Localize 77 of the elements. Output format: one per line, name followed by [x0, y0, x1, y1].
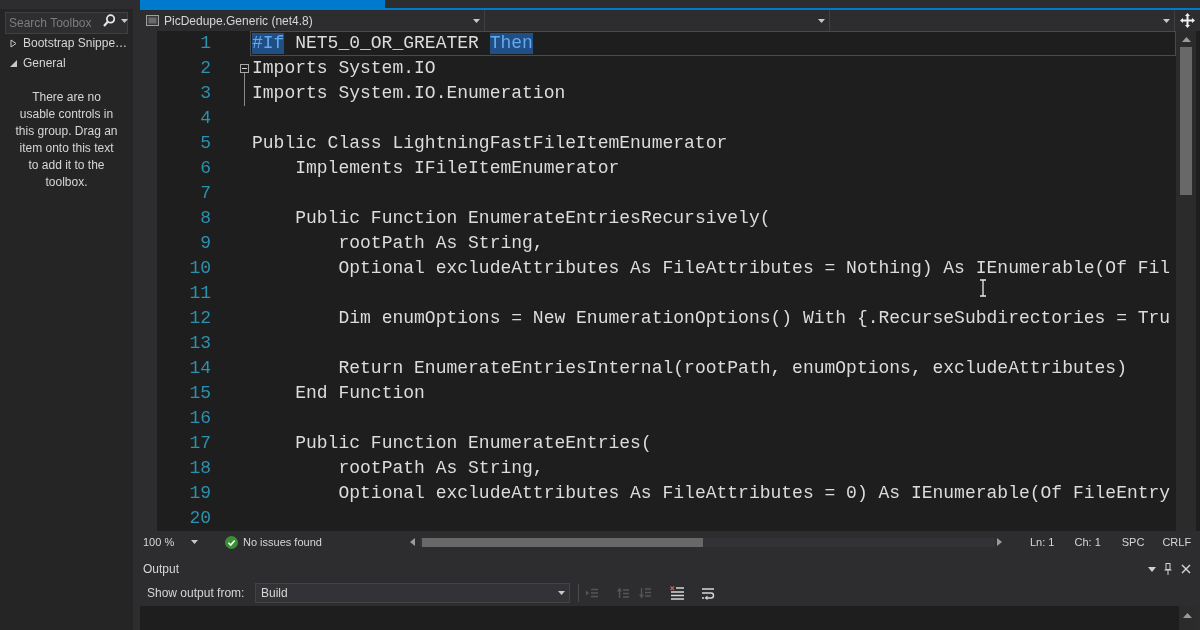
line-number: 2 — [200, 58, 211, 79]
output-source-label: Show output from: — [147, 585, 245, 602]
move-arrows-icon[interactable] — [1180, 13, 1195, 28]
scroll-up-icon[interactable] — [1183, 613, 1192, 618]
zoom-dropdown[interactable]: 100 % — [141, 533, 201, 551]
collapse-icon[interactable] — [240, 64, 249, 73]
pin-icon[interactable] — [1164, 563, 1172, 575]
code-text: NET5_0_OR_GREATER — [295, 33, 479, 54]
caret-icon — [558, 591, 565, 595]
caret-icon[interactable] — [121, 19, 128, 23]
vertical-scrollbar[interactable] — [1179, 606, 1196, 630]
code-line: rootPath As String, — [338, 458, 544, 479]
line-number: 15 — [189, 383, 211, 404]
code-line: Public Function EnumerateEntriesRecursively( — [295, 208, 771, 229]
toolbox-group[interactable]: General — [0, 53, 133, 73]
code-line: Dim enumOptions = New EnumerationOptions() With {.RecurseSubdirectories = Tru — [338, 308, 1171, 329]
line-number: 1 — [200, 33, 211, 54]
line-number: 11 — [189, 283, 211, 304]
wrap-arrow-icon[interactable] — [701, 586, 715, 600]
empty-group-message: There are no usable controls in this group. Drag an item onto this text to add it to the toolbox. — [14, 89, 119, 191]
line-number: 19 — [189, 483, 211, 504]
highlighted-keyword: Then — [489, 33, 533, 54]
code-line: Imports System.IO — [252, 58, 436, 79]
line-number: 12 — [189, 308, 211, 329]
line-endings[interactable]: CRLF — [1162, 533, 1192, 551]
line-number: 8 — [200, 208, 211, 229]
cursor-column: Ch: 1 — [1074, 533, 1101, 551]
scroll-left-icon[interactable] — [410, 538, 415, 546]
line-number: 10 — [189, 258, 211, 279]
line-number: 6 — [200, 158, 211, 179]
search-icon[interactable] — [103, 14, 115, 27]
code-line: Optional excludeAttributes As FileAttributes = 0) As IEnumerable(Of FileEntry — [338, 483, 1171, 504]
collapsed-triangle-icon[interactable] — [10, 38, 17, 48]
vertical-scrollbar[interactable] — [1176, 31, 1196, 531]
code-line: Implements IFileItemEnumerator — [295, 158, 620, 179]
text-cursor-icon — [979, 279, 987, 297]
line-number: 9 — [200, 233, 211, 254]
output-source-dropdown[interactable]: Build — [255, 583, 570, 603]
line-number: 4 — [200, 108, 211, 129]
line-number: 16 — [189, 408, 211, 429]
code-line: Public Function EnumerateEntries( — [295, 433, 652, 454]
issues-button[interactable]: No issues found — [225, 533, 322, 551]
indentation-mode[interactable]: SPC — [1121, 533, 1145, 551]
cursor-line: Ln: 1 — [1030, 534, 1055, 550]
line-number: 18 — [189, 458, 211, 479]
close-icon[interactable] — [1181, 564, 1191, 574]
code-line: Public Class LightningFastFileItemEnumerator — [252, 133, 728, 154]
code-line: Return EnumerateEntriesInternal(rootPath, enumOptions, excludeAttributes) — [338, 358, 1127, 379]
scroll-right-icon[interactable] — [997, 538, 1002, 546]
line-number: 7 — [200, 183, 211, 204]
line-number: 14 — [189, 358, 211, 379]
framed-badge-icon — [146, 15, 159, 26]
search-field[interactable]: Search Toolbox — [5, 12, 128, 34]
line-number: 5 — [200, 133, 211, 154]
code-line: End Function — [295, 383, 425, 404]
clear-list-icon[interactable] — [670, 586, 684, 600]
caret-icon — [191, 540, 198, 544]
scroll-up-icon[interactable] — [1181, 37, 1191, 42]
line-number: 13 — [189, 333, 211, 354]
expanded-triangle-icon[interactable] — [10, 59, 17, 67]
check-circle-icon — [225, 535, 238, 549]
horizontal-scrollbar[interactable] — [420, 537, 995, 547]
toolbox-group[interactable]: Bootstrap Snippe… — [0, 33, 133, 53]
caret-icon — [473, 18, 480, 23]
caret-icon — [1163, 18, 1170, 23]
highlighted-keyword: #If — [252, 33, 285, 54]
panel-title: Output — [143, 561, 180, 578]
code-line: Optional excludeAttributes As FileAttributes = Nothing) As IEnumerable(Of Fil — [338, 258, 1171, 279]
caret-icon[interactable] — [1148, 566, 1156, 572]
scrollbar-thumb[interactable] — [1180, 47, 1192, 195]
caret-icon — [818, 18, 825, 23]
code-line: rootPath As String, — [338, 233, 544, 254]
line-number: 17 — [189, 433, 211, 454]
line-number: 20 — [189, 508, 211, 529]
line-number: 3 — [200, 83, 211, 104]
code-line: Imports System.IO.Enumeration — [252, 83, 566, 104]
scrollbar-thumb[interactable] — [422, 537, 703, 547]
